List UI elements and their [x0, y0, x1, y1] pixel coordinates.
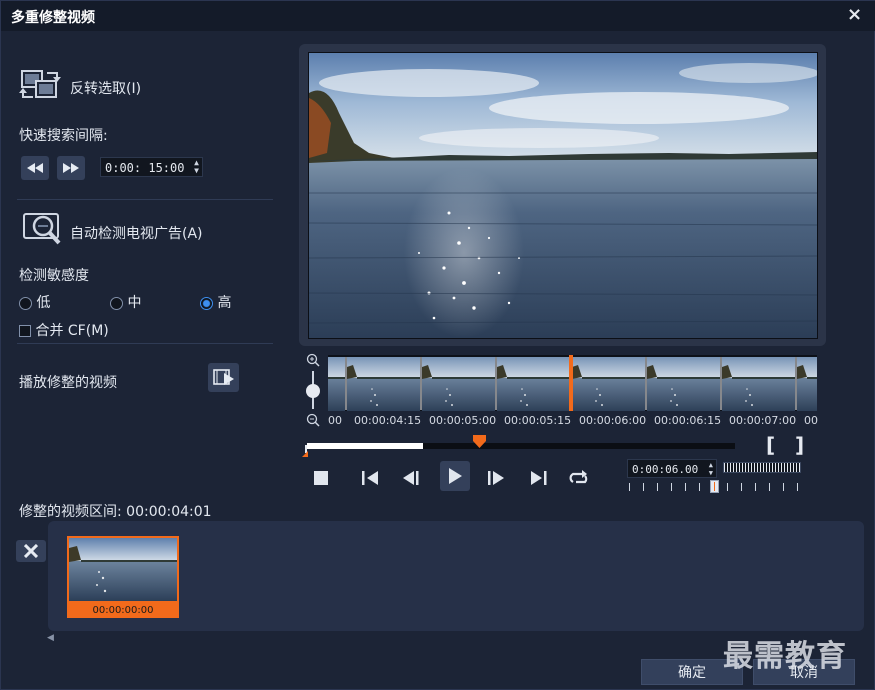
trimmed-duration-label: 修整的视频区间: 00:00:04:01 — [19, 504, 212, 520]
zoom-in-icon[interactable] — [306, 353, 320, 371]
sensitivity-medium-label: 中 — [127, 295, 142, 311]
skip-start-icon — [362, 471, 378, 485]
checkbox-icon — [19, 325, 31, 337]
reverse-select-label[interactable]: 反转选取(I) — [70, 78, 141, 98]
lake-scene-image — [309, 53, 817, 338]
fast-forward-button[interactable] — [57, 156, 85, 180]
radio-selected-icon — [200, 296, 213, 310]
clip-start-time: 00:00:00:00 — [67, 603, 179, 618]
title-bar — [1, 1, 875, 31]
shuttle-center-mark — [714, 482, 715, 491]
play-trimmed-button[interactable] — [208, 363, 239, 392]
step-forward-icon — [488, 471, 504, 485]
loop-button[interactable] — [565, 464, 593, 492]
spinner-icon[interactable]: ▲ ▼ — [194, 159, 199, 175]
stop-icon — [314, 471, 328, 485]
zoom-slider-thumb[interactable] — [306, 384, 320, 398]
sensitivity-medium-radio[interactable]: 中 — [110, 292, 141, 312]
radio-icon — [110, 296, 123, 310]
skip-end-icon — [531, 471, 547, 485]
timecode-label: 00 — [804, 414, 818, 427]
loop-icon — [569, 470, 588, 484]
timecode-label: 00:00:05:15 — [504, 414, 572, 427]
interval-time-field[interactable]: 0:00: 15:00 ▲ ▼ — [100, 157, 203, 177]
video-preview — [308, 52, 818, 339]
auto-detect-ad-label[interactable]: 自动检测电视广告(A) — [70, 223, 203, 243]
step-back-button[interactable] — [397, 464, 425, 492]
watermark: 最需教育 — [723, 639, 847, 674]
timecode-label: 00:00:05:00 — [429, 414, 497, 427]
close-icon[interactable]: × — [847, 4, 862, 25]
mark-in-handle[interactable] — [302, 445, 310, 461]
step-forward-button[interactable] — [482, 464, 510, 492]
tv-ad-detect-icon[interactable] — [21, 211, 65, 247]
merge-cf-checkbox[interactable]: 合并 CF(M) — [19, 320, 109, 340]
delete-clip-icon — [24, 544, 38, 558]
mark-in-button[interactable]: [ — [766, 433, 775, 457]
jog-wheel[interactable] — [723, 462, 801, 473]
interval-time-value: 0:00: 15:00 — [105, 161, 185, 175]
divider — [17, 199, 273, 200]
play-icon — [449, 468, 462, 484]
step-back-icon — [403, 471, 419, 485]
playhead-marker[interactable] — [473, 435, 486, 453]
multi-trim-video-window: 多重修整视频 × 反转选取(I) 快速搜索间隔: 0:00: 15:00 ▲▼ — [0, 0, 875, 690]
filmstrip[interactable] — [328, 355, 817, 411]
window-title: 多重修整视频 — [11, 10, 95, 26]
filmstrip-frames — [328, 355, 817, 411]
skip-start-button[interactable] — [356, 464, 384, 492]
rewind-icon — [27, 163, 43, 173]
skip-end-button[interactable] — [525, 464, 553, 492]
sensitivity-low-radio[interactable]: 低 — [19, 292, 50, 312]
sensitivity-low-label: 低 — [36, 295, 51, 311]
sensitivity-high-radio[interactable]: 高 — [200, 292, 231, 312]
timecode-label: 00 — [328, 414, 342, 427]
quick-search-label: 快速搜索间隔: — [19, 128, 108, 144]
divider — [17, 343, 273, 344]
zoom-out-icon[interactable] — [306, 413, 320, 431]
play-button[interactable] — [440, 461, 470, 491]
radio-icon — [19, 296, 32, 310]
timecode-label: 00:00:07:00 — [729, 414, 797, 427]
fast-forward-icon — [63, 163, 79, 173]
sensitivity-high-label: 高 — [217, 295, 232, 311]
current-time-value: 0:00:06.00 — [632, 463, 699, 476]
clip-thumbnail[interactable] — [67, 536, 179, 603]
mark-out-button[interactable]: ] — [795, 433, 804, 457]
sensitivity-label: 检测敏感度 — [19, 268, 89, 284]
spinner-icon[interactable]: ▲ ▼ — [709, 461, 713, 477]
play-trimmed-icon — [213, 369, 234, 385]
scrub-selected-range — [307, 443, 423, 449]
timecode-label: 00:00:06:15 — [654, 414, 722, 427]
scroll-left-icon[interactable]: ◀ — [47, 633, 54, 643]
current-time-field[interactable]: 0:00:06.00 ▲ ▼ — [627, 459, 717, 478]
delete-clip-button[interactable] — [16, 540, 46, 562]
merge-cf-label: 合并 CF(M) — [35, 323, 109, 339]
play-trimmed-label: 播放修整的视频 — [19, 375, 117, 391]
reverse-select-icon[interactable] — [19, 67, 63, 103]
clip-thumbnail-image — [69, 538, 177, 601]
timecode-label: 00:00:04:15 — [354, 414, 422, 427]
rewind-button[interactable] — [21, 156, 49, 180]
timecode-label: 00:00:06:00 — [579, 414, 647, 427]
stop-button[interactable] — [307, 464, 335, 492]
